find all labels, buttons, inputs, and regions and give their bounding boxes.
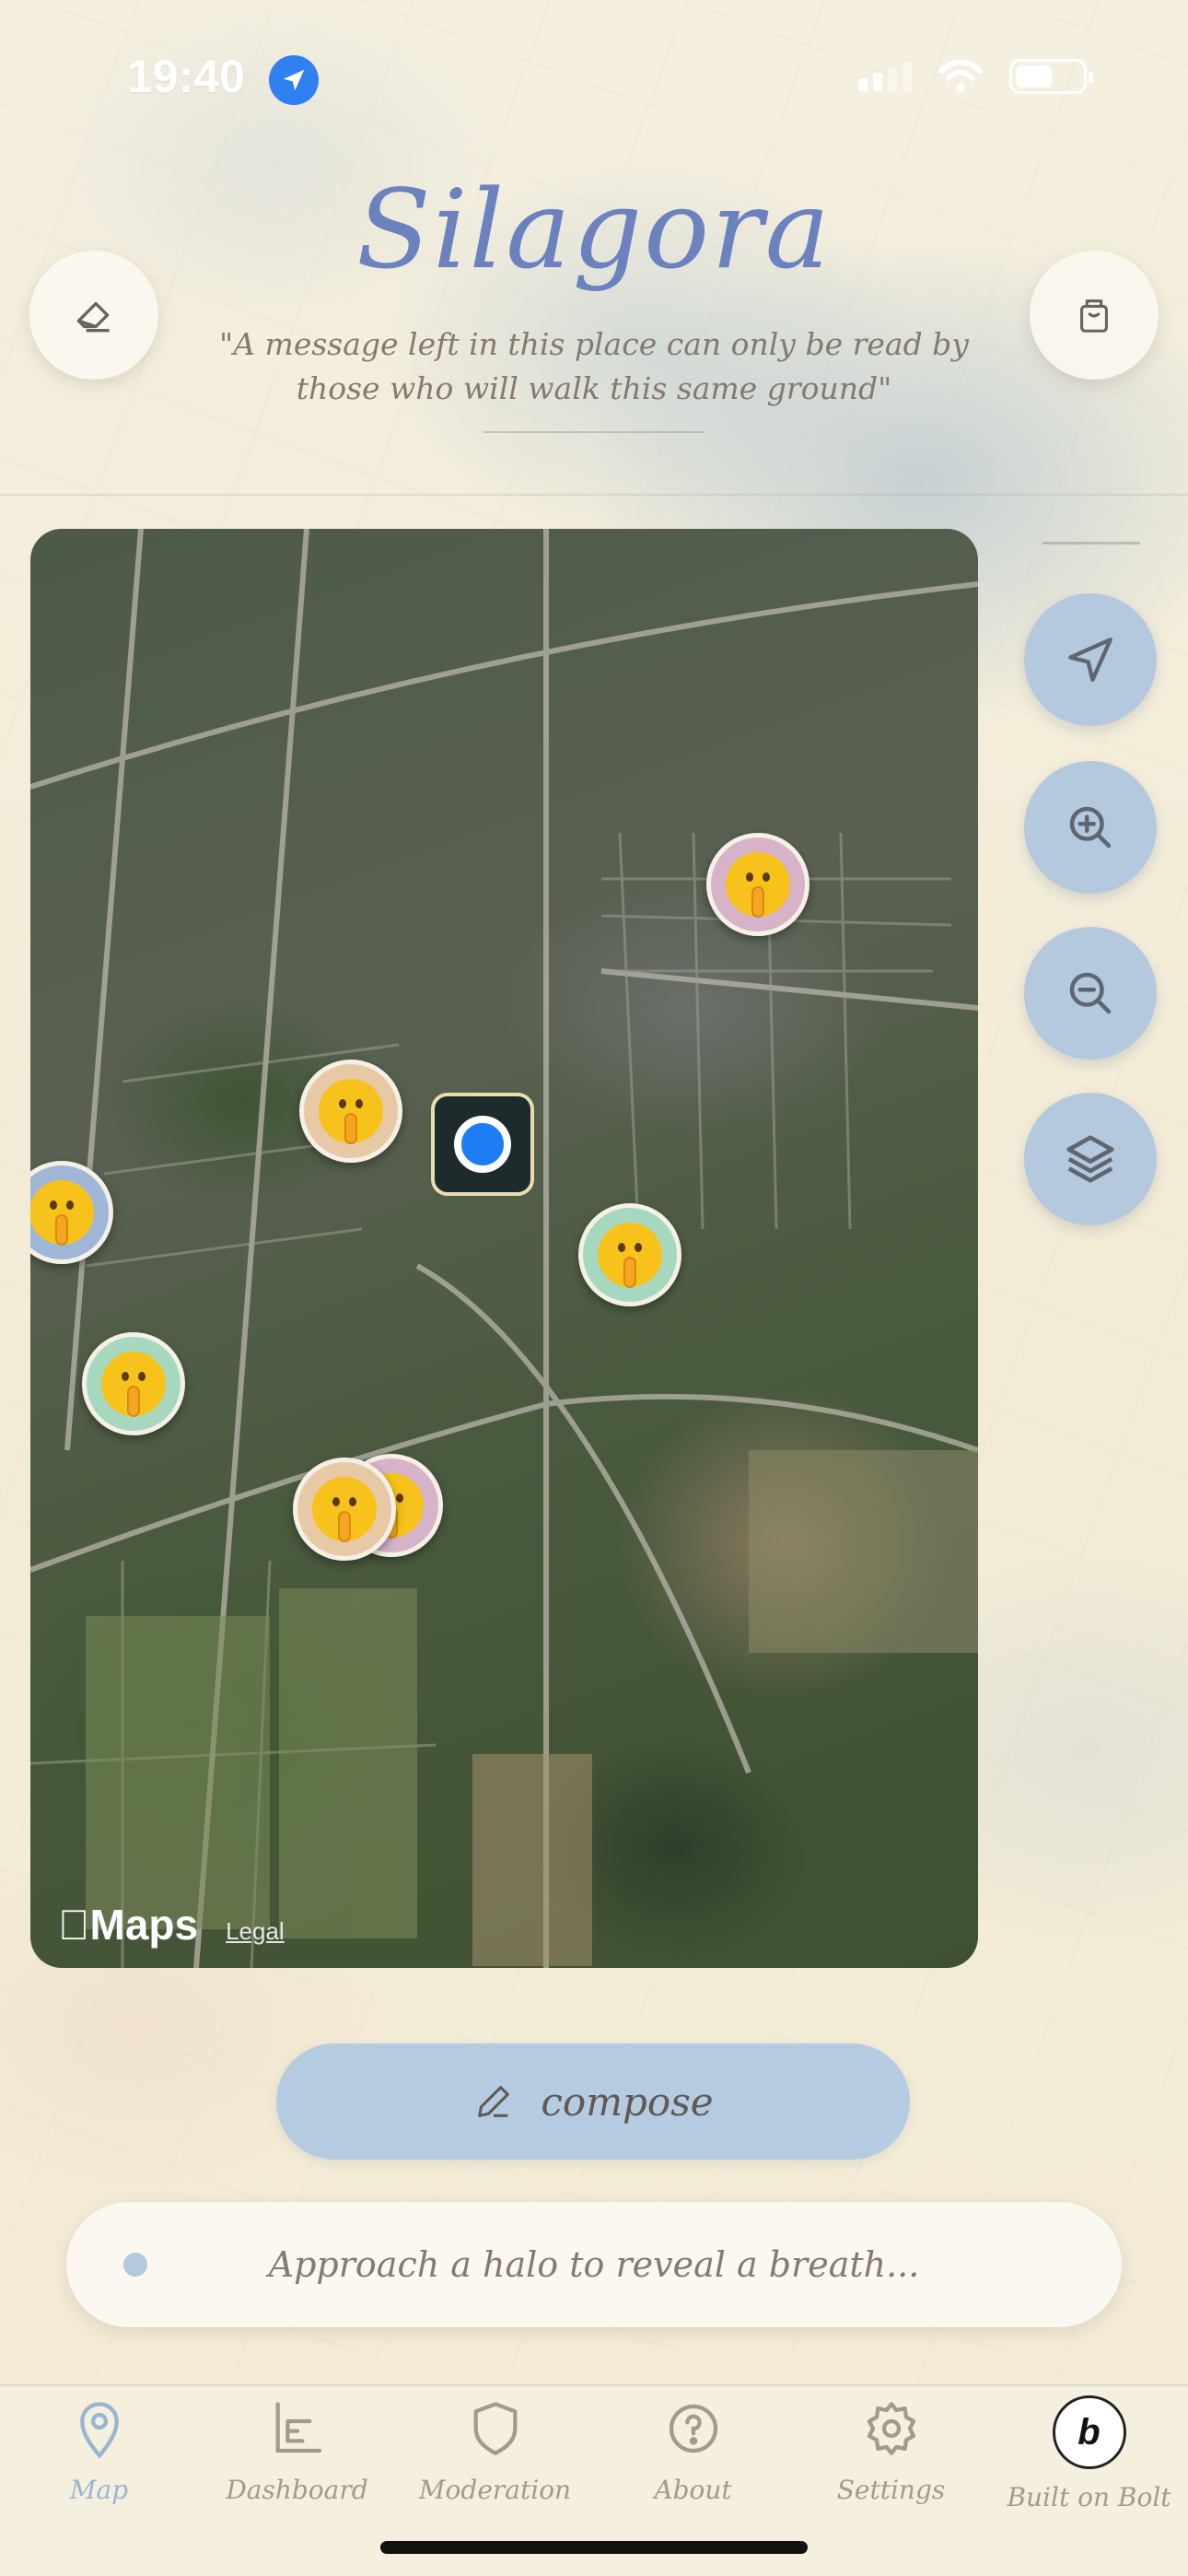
divider bbox=[483, 431, 705, 433]
message-halo-pin[interactable] bbox=[578, 1203, 681, 1306]
status-indicators bbox=[858, 59, 1093, 94]
tab-map[interactable]: Map bbox=[0, 2395, 198, 2505]
layers-icon bbox=[1066, 1135, 1114, 1183]
wifi-icon bbox=[938, 59, 983, 92]
message-halo-pin[interactable] bbox=[299, 1060, 402, 1163]
zoom-in-button[interactable] bbox=[1024, 761, 1157, 894]
question-icon bbox=[669, 2404, 717, 2453]
reveal-status-bar: Approach a halo to reveal a breath... bbox=[66, 2202, 1122, 2327]
halo-indicator bbox=[123, 2253, 147, 2277]
map-attribution: Maps Legal bbox=[58, 1900, 285, 1950]
compose-label: compose bbox=[541, 2078, 714, 2125]
recenter-button[interactable] bbox=[1024, 593, 1157, 726]
tagline: "A message left in this place can only b… bbox=[219, 326, 969, 406]
tab-moderation[interactable]: Moderation bbox=[396, 2395, 594, 2505]
shield-icon bbox=[473, 2402, 517, 2455]
location-services-icon bbox=[269, 55, 319, 105]
tab-about[interactable]: About bbox=[594, 2395, 792, 2505]
current-location-marker bbox=[431, 1093, 534, 1196]
pencil-icon bbox=[478, 2086, 510, 2117]
map-roads bbox=[30, 529, 978, 1968]
shop-button[interactable] bbox=[1030, 251, 1159, 380]
navigation-arrow-icon bbox=[1068, 638, 1112, 682]
legal-link[interactable]: Legal bbox=[226, 1917, 285, 1946]
divider bbox=[0, 494, 1188, 496]
cellular-signal-icon bbox=[858, 62, 912, 91]
message-halo-pin[interactable] bbox=[82, 1332, 185, 1435]
compose-button[interactable]: compose bbox=[276, 2043, 910, 2160]
reveal-hint: Approach a halo to reveal a breath... bbox=[268, 2244, 920, 2285]
map-layers-button[interactable] bbox=[1024, 1093, 1157, 1225]
message-halo-pin[interactable] bbox=[293, 1458, 396, 1561]
gear-icon bbox=[867, 2402, 915, 2455]
message-halo-pin[interactable] bbox=[706, 833, 809, 936]
chart-icon bbox=[275, 2402, 321, 2453]
tab-dashboard[interactable]: Dashboard bbox=[198, 2395, 396, 2505]
app-title: Silagora bbox=[355, 166, 832, 293]
zoom-out-button[interactable] bbox=[1024, 927, 1157, 1060]
map-pin-icon bbox=[79, 2402, 119, 2459]
status-time: 19:40 bbox=[127, 51, 245, 102]
home-indicator bbox=[380, 2541, 808, 2554]
apple-maps-logo: Maps bbox=[58, 1901, 198, 1949]
tab-built-on-bolt[interactable]: b Built on Bolt bbox=[990, 2395, 1188, 2512]
zoom-in-icon bbox=[1069, 806, 1112, 849]
tab-settings[interactable]: Settings bbox=[792, 2395, 990, 2505]
battery-icon bbox=[1009, 59, 1093, 94]
shopping-bag-icon bbox=[1080, 299, 1108, 333]
eraser-icon bbox=[76, 301, 110, 333]
divider bbox=[1042, 542, 1140, 544]
zoom-out-icon bbox=[1069, 972, 1112, 1014]
bolt-badge-icon: b bbox=[1052, 2395, 1126, 2469]
satellite-map[interactable]: Maps Legal bbox=[30, 529, 978, 1968]
